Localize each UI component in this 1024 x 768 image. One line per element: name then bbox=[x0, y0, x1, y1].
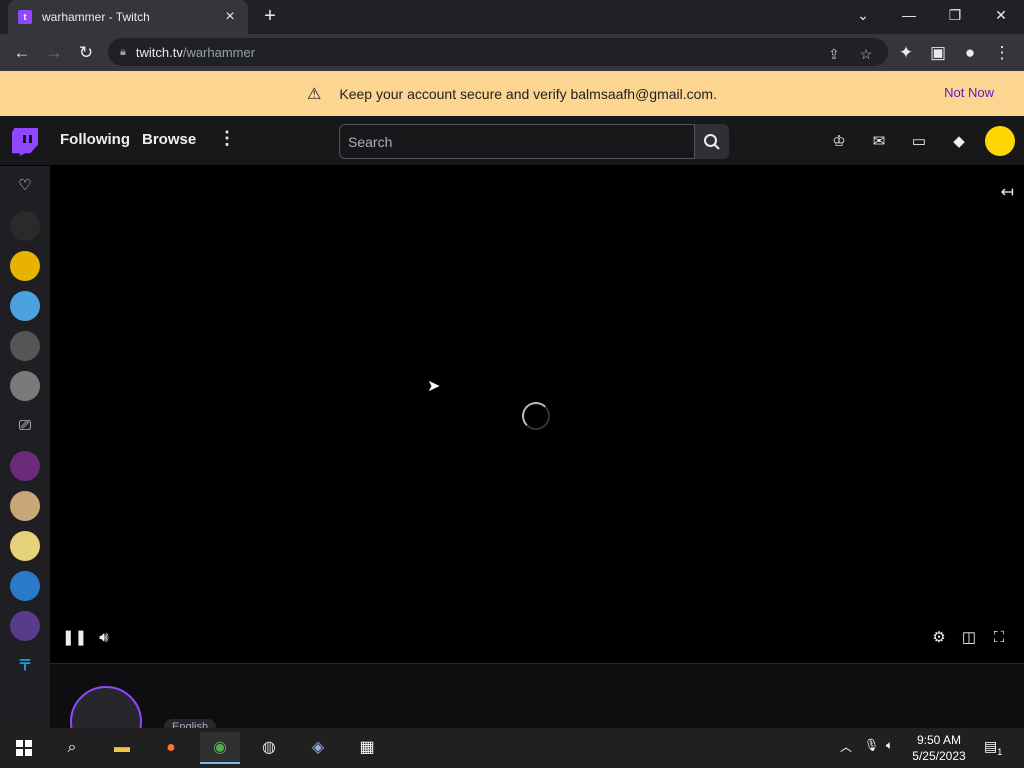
search-input[interactable]: Search bbox=[339, 124, 695, 159]
mouse-cursor-icon: ➤ bbox=[427, 378, 441, 395]
verify-email-banner: ⚠ Keep your account secure and verify ba… bbox=[0, 71, 1024, 116]
channel-logo-icon[interactable]: 〒 bbox=[10, 651, 40, 681]
channel-avatar[interactable] bbox=[10, 251, 40, 281]
notification-count: 1 bbox=[997, 746, 1003, 757]
twitch-logo-icon[interactable] bbox=[12, 128, 38, 156]
whispers-icon[interactable]: ▭ bbox=[908, 131, 930, 153]
windows-start-icon[interactable] bbox=[4, 732, 44, 764]
notifications-icon[interactable]: ▤1 bbox=[984, 738, 1002, 757]
forward-button[interactable]: → bbox=[40, 39, 68, 67]
banner-message: Keep your account secure and verify balm… bbox=[339, 85, 717, 102]
close-window-button[interactable]: ✕ bbox=[978, 0, 1024, 34]
channel-avatar[interactable] bbox=[10, 331, 40, 361]
loading-spinner-icon bbox=[522, 402, 550, 430]
tab-search-icon[interactable]: ⌄ bbox=[840, 0, 886, 34]
browser-toolbar: ← → ↻ 🔒︎ twitch.tv /warhammer ⇪ ☆ ✦ ▣ ● … bbox=[0, 34, 1024, 71]
profile-icon[interactable]: ● bbox=[956, 39, 984, 67]
restore-button[interactable]: ❐ bbox=[932, 0, 978, 34]
search-icon bbox=[704, 133, 720, 150]
browse-link[interactable]: Browse bbox=[142, 131, 196, 148]
followed-heart-icon[interactable]: ♡ bbox=[10, 171, 40, 201]
new-tab-button[interactable]: + bbox=[258, 4, 282, 28]
extensions-icon[interactable]: ✦ bbox=[892, 39, 920, 67]
more-options-icon[interactable]: ⋮ bbox=[218, 128, 236, 149]
search-taskbar-icon[interactable]: ⌕ bbox=[52, 732, 92, 764]
language-tag[interactable]: English bbox=[164, 719, 217, 728]
theatre-mode-icon[interactable]: ◫ bbox=[957, 626, 981, 650]
prime-crown-icon[interactable]: ♔ bbox=[828, 131, 850, 153]
channel-avatar[interactable] bbox=[10, 291, 40, 321]
url-host: twitch.tv bbox=[135, 44, 183, 60]
fullscreen-icon[interactable]: ⛶ bbox=[987, 626, 1011, 650]
clock-date: 5/25/2023 bbox=[912, 749, 966, 763]
bits-icon[interactable]: ◆ bbox=[948, 131, 970, 153]
channel-avatar[interactable] bbox=[10, 451, 40, 481]
inbox-icon[interactable]: ✉ bbox=[868, 131, 890, 153]
app-icon[interactable]: ◈ bbox=[298, 732, 338, 764]
twitch-top-nav: Following Browse ⋮ Search ♔ ✉ ▭ ◆ bbox=[0, 116, 1024, 166]
minimize-button[interactable]: — bbox=[886, 0, 932, 34]
search-button[interactable] bbox=[695, 124, 729, 159]
clock-time: 9:50 AM bbox=[916, 733, 962, 747]
not-now-button[interactable]: Not Now bbox=[944, 85, 994, 100]
twitch-favicon-icon: t bbox=[18, 10, 32, 24]
recommended-camera-icon: ⎚ bbox=[18, 417, 31, 434]
browser-tab[interactable]: t warhammer - Twitch × bbox=[8, 0, 248, 34]
expand-chat-icon[interactable]: ↤ bbox=[1001, 182, 1014, 202]
user-avatar[interactable] bbox=[985, 126, 1015, 156]
channel-avatar[interactable] bbox=[10, 491, 40, 521]
bookmark-star-icon[interactable]: ☆ bbox=[854, 42, 878, 66]
system-clock[interactable]: 9:50 AM 5/25/2023 bbox=[905, 732, 973, 764]
channel-avatar[interactable] bbox=[10, 571, 40, 601]
channel-avatar[interactable] bbox=[10, 211, 40, 241]
side-panel-icon[interactable]: ▣ bbox=[924, 39, 952, 67]
close-tab-icon[interactable]: × bbox=[222, 8, 238, 26]
windows-taskbar: ⌕ ▬ ● ◉ ◍ ◈ ▦ ︿ 🎙︎ 🔈︎ 9:50 AM 5/25/2023 … bbox=[0, 728, 1024, 768]
channel-avatar[interactable] bbox=[10, 371, 40, 401]
share-icon[interactable]: ⇪ bbox=[822, 42, 846, 66]
following-link[interactable]: Following bbox=[60, 131, 130, 148]
volume-icon[interactable]: 🔊︎ bbox=[92, 626, 116, 650]
back-button[interactable]: ← bbox=[8, 39, 36, 67]
tray-chevron-icon[interactable]: ︿ bbox=[840, 738, 852, 755]
channel-avatar[interactable] bbox=[10, 611, 40, 641]
windows-logo-icon bbox=[16, 740, 32, 756]
browser-titlebar: t warhammer - Twitch × + ⌄ — ❐ ✕ bbox=[0, 0, 1024, 34]
settings-gear-icon[interactable]: ⚙ bbox=[927, 626, 951, 650]
video-player[interactable]: ↤ ❚❚ 🔊︎ ⚙ ◫ ⛶ bbox=[50, 166, 1024, 663]
channel-info: English bbox=[50, 663, 1024, 728]
url-path: /warhammer bbox=[182, 44, 256, 60]
tab-title: warhammer - Twitch bbox=[42, 10, 150, 24]
channel-avatar[interactable] bbox=[10, 531, 40, 561]
address-bar[interactable]: 🔒︎ twitch.tv /warhammer ⇪ ☆ bbox=[108, 38, 888, 66]
calendar-icon[interactable]: ▦ bbox=[347, 732, 387, 764]
microphone-icon[interactable]: 🎙︎ bbox=[864, 738, 879, 752]
warning-icon: ⚠ bbox=[307, 85, 322, 103]
chrome-taskbar-icon[interactable]: ◉ bbox=[200, 732, 240, 764]
chrome-menu-icon[interactable]: ⋮ bbox=[988, 39, 1016, 67]
lock-icon: 🔒︎ bbox=[120, 45, 126, 58]
followed-channels-sidebar: ♡ ⎚ 〒 bbox=[0, 166, 50, 728]
obs-icon[interactable]: ◍ bbox=[249, 732, 289, 764]
speaker-icon[interactable]: 🔈︎ bbox=[886, 738, 893, 753]
reload-button[interactable]: ↻ bbox=[72, 39, 100, 67]
file-explorer-icon[interactable]: ▬ bbox=[102, 732, 142, 764]
channel-avatar-large[interactable] bbox=[70, 686, 142, 728]
pause-button[interactable]: ❚❚ bbox=[62, 626, 87, 650]
firefox-icon[interactable]: ● bbox=[151, 732, 191, 764]
